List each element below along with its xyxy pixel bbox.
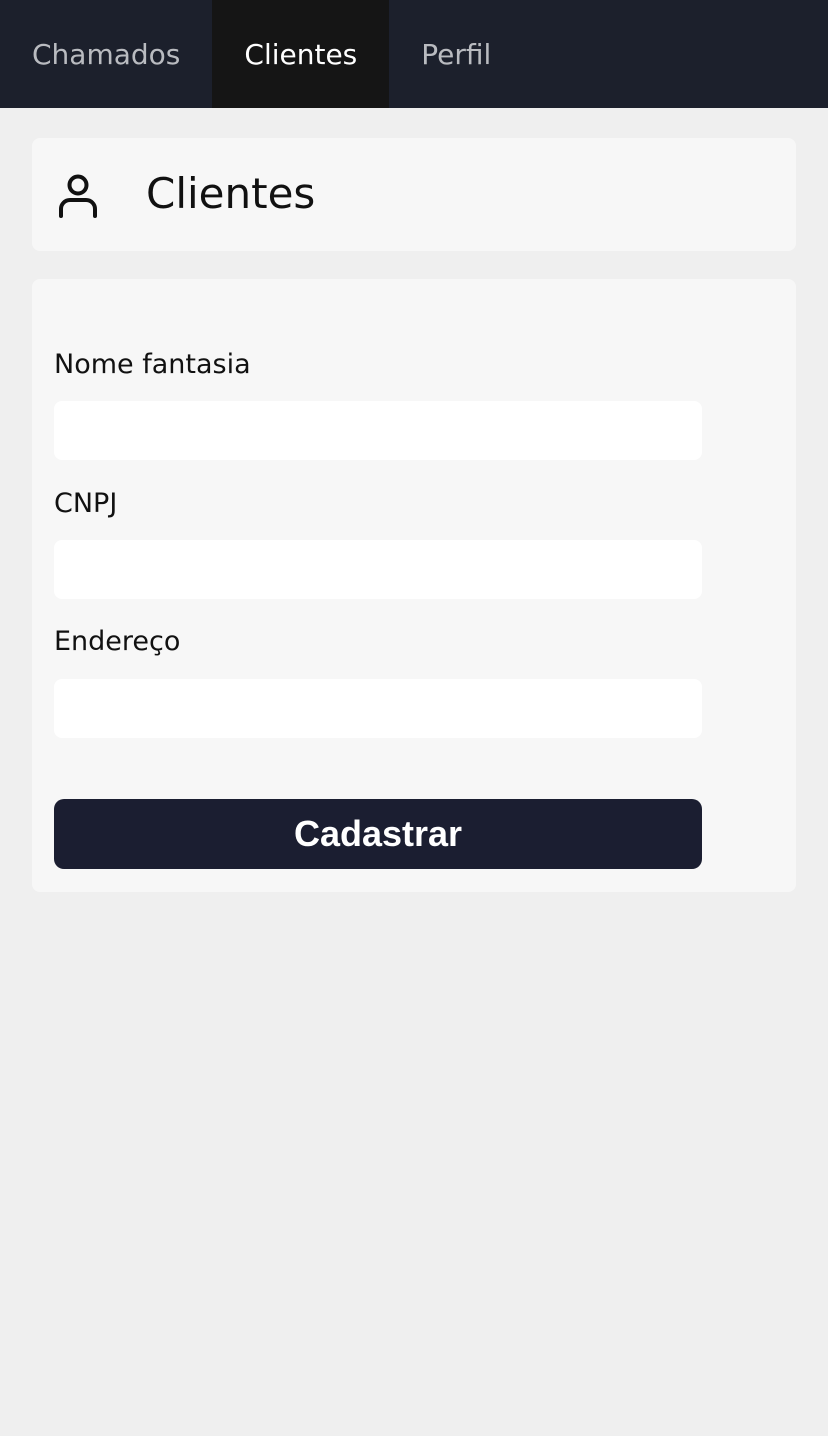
endereco-label: Endereço bbox=[54, 626, 181, 657]
user-icon bbox=[56, 172, 100, 218]
endereco-input[interactable] bbox=[54, 679, 702, 738]
top-navigation: Chamados Clientes Perfil bbox=[0, 0, 828, 108]
nome-fantasia-label: Nome fantasia bbox=[54, 349, 251, 380]
cnpj-input[interactable] bbox=[54, 540, 702, 599]
tab-perfil[interactable]: Perfil bbox=[389, 0, 523, 108]
cadastrar-button[interactable]: Cadastrar bbox=[54, 799, 702, 869]
nome-fantasia-input[interactable] bbox=[54, 401, 702, 460]
tab-chamados[interactable]: Chamados bbox=[0, 0, 212, 108]
page-header-card: Clientes bbox=[32, 138, 796, 251]
tab-clientes[interactable]: Clientes bbox=[212, 0, 390, 108]
client-form: Nome fantasia CNPJ Endereço Cadastrar bbox=[32, 279, 796, 892]
cnpj-label: CNPJ bbox=[54, 488, 118, 519]
page-title: Clientes bbox=[146, 169, 316, 218]
